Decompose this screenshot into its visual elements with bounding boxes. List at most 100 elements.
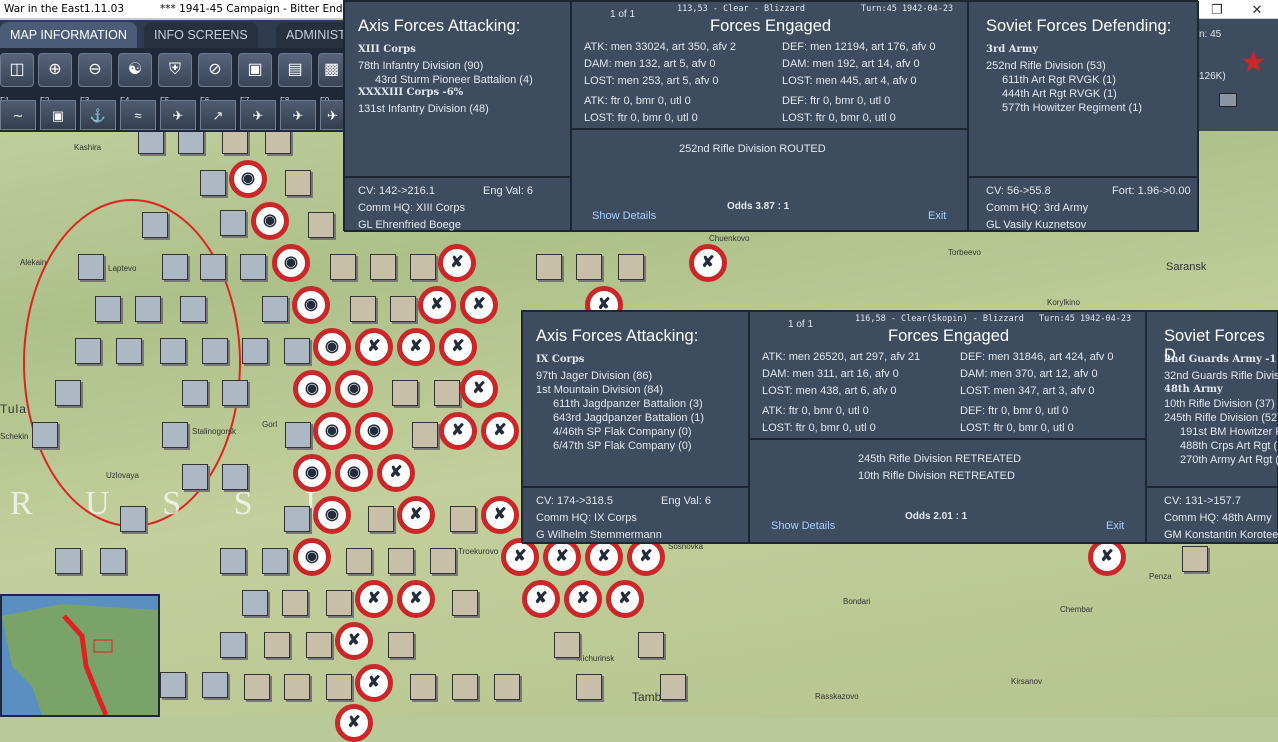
unit-counter[interactable] bbox=[220, 210, 246, 236]
soviet-unit-marker[interactable]: ✘ bbox=[355, 328, 393, 366]
minimap[interactable] bbox=[0, 594, 160, 717]
soviet-unit-marker[interactable]: ✘ bbox=[355, 664, 393, 702]
unit-counter[interactable] bbox=[264, 632, 290, 658]
show-details-link[interactable]: Show Details bbox=[592, 210, 656, 222]
soviet-unit-marker[interactable]: ✘ bbox=[439, 328, 477, 366]
close-icon[interactable]: ✕ bbox=[1237, 0, 1277, 19]
unit-counter[interactable] bbox=[370, 254, 396, 280]
soviet-unit-marker[interactable]: ◉ bbox=[335, 370, 373, 408]
bomber-icon[interactable]: ✈ bbox=[280, 100, 316, 130]
unit-counter[interactable] bbox=[55, 548, 81, 574]
unit-counter[interactable] bbox=[450, 506, 476, 532]
no-entry-icon[interactable]: ⊘ bbox=[198, 53, 232, 87]
unit-counter[interactable] bbox=[390, 296, 416, 322]
unit-counter[interactable] bbox=[182, 380, 208, 406]
unit-counter[interactable] bbox=[308, 212, 334, 238]
soviet-unit-marker[interactable]: ✘ bbox=[460, 370, 498, 408]
unit-counter[interactable] bbox=[326, 590, 352, 616]
layout-icon[interactable]: ◫ bbox=[0, 53, 34, 87]
unit-counter[interactable] bbox=[410, 674, 436, 700]
unit-counter[interactable] bbox=[576, 674, 602, 700]
unit-counter[interactable] bbox=[326, 674, 352, 700]
soviet-unit-marker[interactable]: ◉ bbox=[355, 412, 393, 450]
unit-counter[interactable] bbox=[32, 422, 58, 448]
soviet-unit-marker[interactable]: ◉ bbox=[251, 202, 289, 240]
unit-counter[interactable] bbox=[202, 338, 228, 364]
zoom-in-icon[interactable]: ⊕ bbox=[38, 53, 72, 87]
unit-counter[interactable] bbox=[200, 254, 226, 280]
airplane-icon[interactable]: ✈ bbox=[240, 100, 276, 130]
soviet-unit-marker[interactable]: ◉ bbox=[229, 160, 267, 198]
unit-counter[interactable] bbox=[162, 422, 188, 448]
unit-counter[interactable] bbox=[368, 506, 394, 532]
air-transfer-icon[interactable]: ↗ bbox=[200, 100, 236, 130]
air-interdiction-icon[interactable]: ✈ bbox=[160, 100, 196, 130]
unit-counter[interactable] bbox=[452, 590, 478, 616]
unit-counter[interactable] bbox=[160, 672, 186, 698]
shield-icon[interactable]: ⛨ bbox=[158, 53, 192, 87]
unit-counter[interactable] bbox=[284, 674, 310, 700]
soviet-unit-marker[interactable]: ✘ bbox=[564, 580, 602, 618]
unit-counter[interactable] bbox=[285, 422, 311, 448]
unit-counter[interactable] bbox=[284, 506, 310, 532]
soviet-unit-marker[interactable]: ✘ bbox=[397, 328, 435, 366]
unit-counter[interactable] bbox=[285, 170, 311, 196]
unit-counter[interactable] bbox=[142, 212, 168, 238]
exit-link[interactable]: Exit bbox=[1106, 520, 1124, 532]
unit-counter[interactable] bbox=[554, 632, 580, 658]
unit-counter[interactable] bbox=[262, 548, 288, 574]
unit-counter[interactable] bbox=[284, 338, 310, 364]
unit-counter[interactable] bbox=[55, 380, 81, 406]
unit-counter[interactable] bbox=[452, 674, 478, 700]
soviet-unit-marker[interactable]: ◉ bbox=[313, 496, 351, 534]
unit-counter[interactable] bbox=[200, 170, 226, 196]
counter-icon[interactable]: ▣ bbox=[238, 53, 272, 87]
soviet-unit-marker[interactable]: ✘ bbox=[522, 580, 560, 618]
soviet-unit-marker[interactable]: ✘ bbox=[335, 622, 373, 660]
unit-counter[interactable] bbox=[182, 464, 208, 490]
rail-icon[interactable]: ∼ bbox=[0, 100, 36, 130]
chart-icon[interactable]: ▩ bbox=[318, 53, 345, 87]
unit-counter[interactable] bbox=[262, 296, 288, 322]
unit-counter[interactable] bbox=[330, 254, 356, 280]
units-icon[interactable]: ☯ bbox=[118, 53, 152, 87]
unit-counter[interactable] bbox=[135, 296, 161, 322]
soviet-unit-marker[interactable]: ✘ bbox=[397, 496, 435, 534]
soviet-unit-marker[interactable]: ◉ bbox=[293, 538, 331, 576]
soviet-unit-marker[interactable]: ✘ bbox=[438, 244, 476, 282]
soviet-unit-marker[interactable]: ✘ bbox=[439, 412, 477, 450]
unit-counter[interactable] bbox=[388, 548, 414, 574]
unit-counter[interactable] bbox=[162, 254, 188, 280]
soviet-unit-marker[interactable]: ✘ bbox=[689, 244, 727, 282]
unit-counter[interactable] bbox=[1182, 546, 1208, 572]
soviet-unit-marker[interactable]: ✘ bbox=[377, 454, 415, 492]
show-details-link[interactable]: Show Details bbox=[771, 520, 835, 532]
unit-counter[interactable] bbox=[576, 254, 602, 280]
soviet-unit-marker[interactable]: ✘ bbox=[460, 286, 498, 324]
unit-counter[interactable] bbox=[536, 254, 562, 280]
unit-counter[interactable] bbox=[618, 254, 644, 280]
monitor-icon[interactable]: ▤ bbox=[278, 53, 312, 87]
soviet-unit-marker[interactable]: ✘ bbox=[418, 286, 456, 324]
naval-icon[interactable]: ≈ bbox=[120, 100, 156, 130]
unit-counter[interactable] bbox=[242, 590, 268, 616]
soviet-unit-marker[interactable]: ✘ bbox=[606, 580, 644, 618]
unit-counter[interactable] bbox=[282, 590, 308, 616]
restore-icon[interactable]: ❐ bbox=[1197, 0, 1237, 19]
unit-counter[interactable] bbox=[430, 548, 456, 574]
unit-counter[interactable] bbox=[116, 338, 142, 364]
unit-counter[interactable] bbox=[660, 674, 686, 700]
soviet-unit-marker[interactable]: ✘ bbox=[355, 580, 393, 618]
unit-counter[interactable] bbox=[244, 674, 270, 700]
unit-counter[interactable] bbox=[306, 632, 332, 658]
soviet-unit-marker[interactable]: ✘ bbox=[397, 580, 435, 618]
tab-info-screens[interactable]: INFO SCREENS bbox=[144, 22, 258, 48]
soviet-unit-marker[interactable]: ◉ bbox=[313, 412, 351, 450]
toggle-icon[interactable] bbox=[1219, 93, 1237, 107]
unit-counter[interactable] bbox=[388, 632, 414, 658]
soviet-unit-marker[interactable]: ◉ bbox=[292, 286, 330, 324]
soviet-unit-marker[interactable]: ◉ bbox=[313, 328, 351, 366]
fighter-icon[interactable]: ✈ bbox=[320, 100, 345, 130]
unit-counter[interactable] bbox=[75, 338, 101, 364]
unit-counter[interactable] bbox=[95, 296, 121, 322]
